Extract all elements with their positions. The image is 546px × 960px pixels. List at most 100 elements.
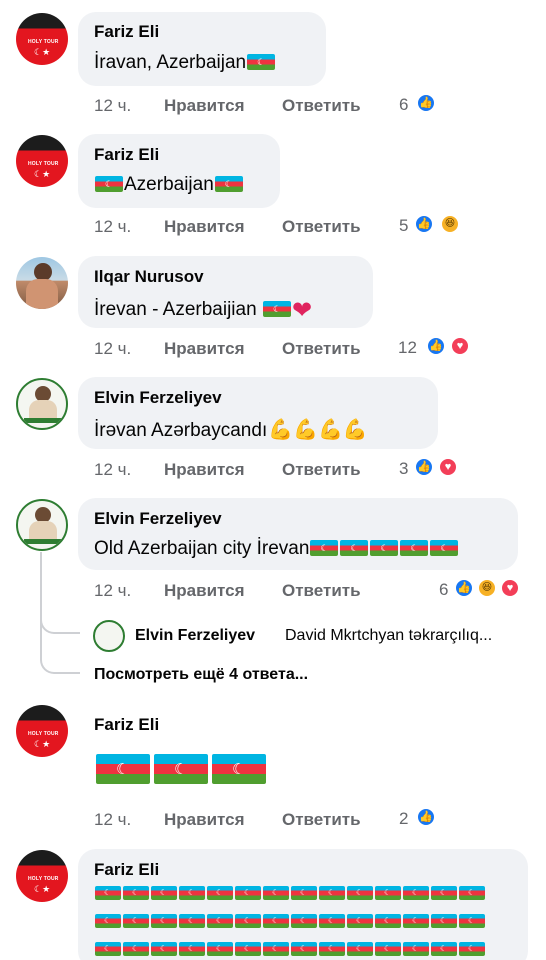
azerbaijan-flag-icon [347,914,373,928]
reply-text[interactable]: David Mkrtchyan təkrarçılıq... [285,627,492,645]
azerbaijan-flag-icon [95,914,121,928]
azerbaijan-flag-icon [319,886,345,900]
like-link[interactable]: Нравится [164,96,245,116]
avatar[interactable]: HOLY TOUR [16,705,68,757]
comment-text-content: İrəvan Azərbaycandı [94,420,268,441]
reply-link[interactable]: Ответить [282,217,361,237]
azerbaijan-flag-icon [375,914,401,928]
azerbaijan-flag-icon [235,914,261,928]
azerbaijan-flag-icon [151,942,177,956]
comment-text-content: İrevan - Azerbaijian [94,299,257,320]
azerbaijan-flag-icon [431,886,457,900]
azerbaijan-flag-icon [263,914,289,928]
comment-flag-emojis [94,754,268,787]
azerbaijan-flag-icon [403,914,429,928]
azerbaijan-flag-icon [459,942,485,956]
haha-reaction-icon[interactable]: 😆 [477,578,497,598]
love-reaction-icon[interactable]: ♥ [450,336,470,356]
azerbaijan-flag-icon [291,942,317,956]
azerbaijan-flag-icon [151,886,177,900]
azerbaijan-flag-icon [375,942,401,956]
like-reaction-icon[interactable]: 👍 [416,807,436,827]
avatar[interactable] [16,499,68,551]
reaction-count[interactable]: 12 [398,338,417,358]
love-reaction-icon[interactable]: ♥ [438,457,458,477]
like-reaction-icon[interactable]: 👍 [414,214,434,234]
comment-author[interactable]: Fariz Eli [94,22,159,42]
azerbaijan-flag-icon [262,301,291,317]
azerbaijan-flag-icon [310,540,339,556]
avatar[interactable] [16,378,68,430]
avatar[interactable]: HOLY TOUR [16,850,68,902]
azerbaijan-flag-icon [370,540,399,556]
like-link[interactable]: Нравится [164,460,245,480]
comment-text-content: İravan, Azerbaijan [94,52,247,73]
avatar[interactable]: HOLY TOUR [16,13,68,65]
comment-author[interactable]: Elvin Ferzeliyev [94,509,222,529]
comment-author[interactable]: Ilqar Nurusov [94,267,204,287]
comment-author[interactable]: Fariz Eli [94,860,159,880]
like-link[interactable]: Нравится [164,581,245,601]
like-reaction-icon[interactable]: 👍 [416,93,436,113]
azerbaijan-flag-icon [263,886,289,900]
like-link[interactable]: Нравится [164,217,245,237]
flexed-biceps-icon: 💪💪💪💪 [268,419,368,441]
like-reaction-icon[interactable]: 👍 [414,457,434,477]
azerbaijan-flag-icon [291,914,317,928]
reaction-count[interactable]: 5 [399,216,408,236]
haha-reaction-icon[interactable]: 😆 [440,214,460,234]
comment-time[interactable]: 12 ч. [94,217,131,237]
reply-link[interactable]: Ответить [282,810,361,830]
thread-connector [40,600,80,634]
azerbaijan-flag-icon [179,886,205,900]
reaction-count[interactable]: 6 [439,580,448,600]
comment-time[interactable]: 12 ч. [94,339,131,359]
azerbaijan-flag-icon [95,886,121,900]
flag-row [94,914,486,929]
azerbaijan-flag-icon [263,942,289,956]
azerbaijan-flag-icon [235,942,261,956]
love-reaction-icon[interactable]: ♥ [500,578,520,598]
azerbaijan-flag-icon [431,942,457,956]
comment-text-content: Old Azerbaijan city İrevan [94,538,310,559]
reply-author[interactable]: Elvin Ferzeliyev [135,627,255,645]
azerbaijan-flag-icon [247,54,276,70]
comment-time[interactable]: 12 ч. [94,460,131,480]
comment-time[interactable]: 12 ч. [94,810,131,830]
azerbaijan-flag-icon [151,914,177,928]
view-more-replies-link[interactable]: Посмотреть ещё 4 ответа... [94,666,308,684]
comment-text: Old Azerbaijan city İrevan [94,538,459,560]
avatar[interactable]: HOLY TOUR [16,135,68,187]
like-link[interactable]: Нравится [164,339,245,359]
reaction-count[interactable]: 3 [399,459,408,479]
comment-time[interactable]: 12 ч. [94,96,131,116]
azerbaijan-flag-icon [431,914,457,928]
reply-link[interactable]: Ответить [282,339,361,359]
comment-author[interactable]: Fariz Eli [94,145,159,165]
azerbaijan-flag-icon [207,914,233,928]
azerbaijan-flag-icon [123,942,149,956]
azerbaijan-flag-icon [403,942,429,956]
comment-text: İravan, Azerbaijan [94,52,276,74]
azerbaijan-flag-icon [207,886,233,900]
avatar[interactable] [16,257,68,309]
like-reaction-icon[interactable]: 👍 [454,578,474,598]
azerbaijan-flag-icon [459,886,485,900]
comment-time[interactable]: 12 ч. [94,581,131,601]
azerbaijan-flag-icon [347,886,373,900]
reply-link[interactable]: Ответить [282,96,361,116]
like-reaction-icon[interactable]: 👍 [426,336,446,356]
reply-link[interactable]: Ответить [282,460,361,480]
reply-link[interactable]: Ответить [282,581,361,601]
azerbaijan-flag-icon [347,942,373,956]
azerbaijan-flag-icon [459,914,485,928]
reaction-count[interactable]: 2 [399,809,408,829]
comment-author[interactable]: Elvin Ferzeliyev [94,388,222,408]
like-link[interactable]: Нравится [164,810,245,830]
reaction-count[interactable]: 6 [399,95,408,115]
comment-text-content: Azerbaijan [124,174,214,195]
thread-connector [40,636,80,674]
comment-author[interactable]: Fariz Eli [94,715,159,735]
comment-text: İrevan - Azerbaijian ❤ [94,296,312,325]
reply-avatar[interactable] [93,620,125,652]
